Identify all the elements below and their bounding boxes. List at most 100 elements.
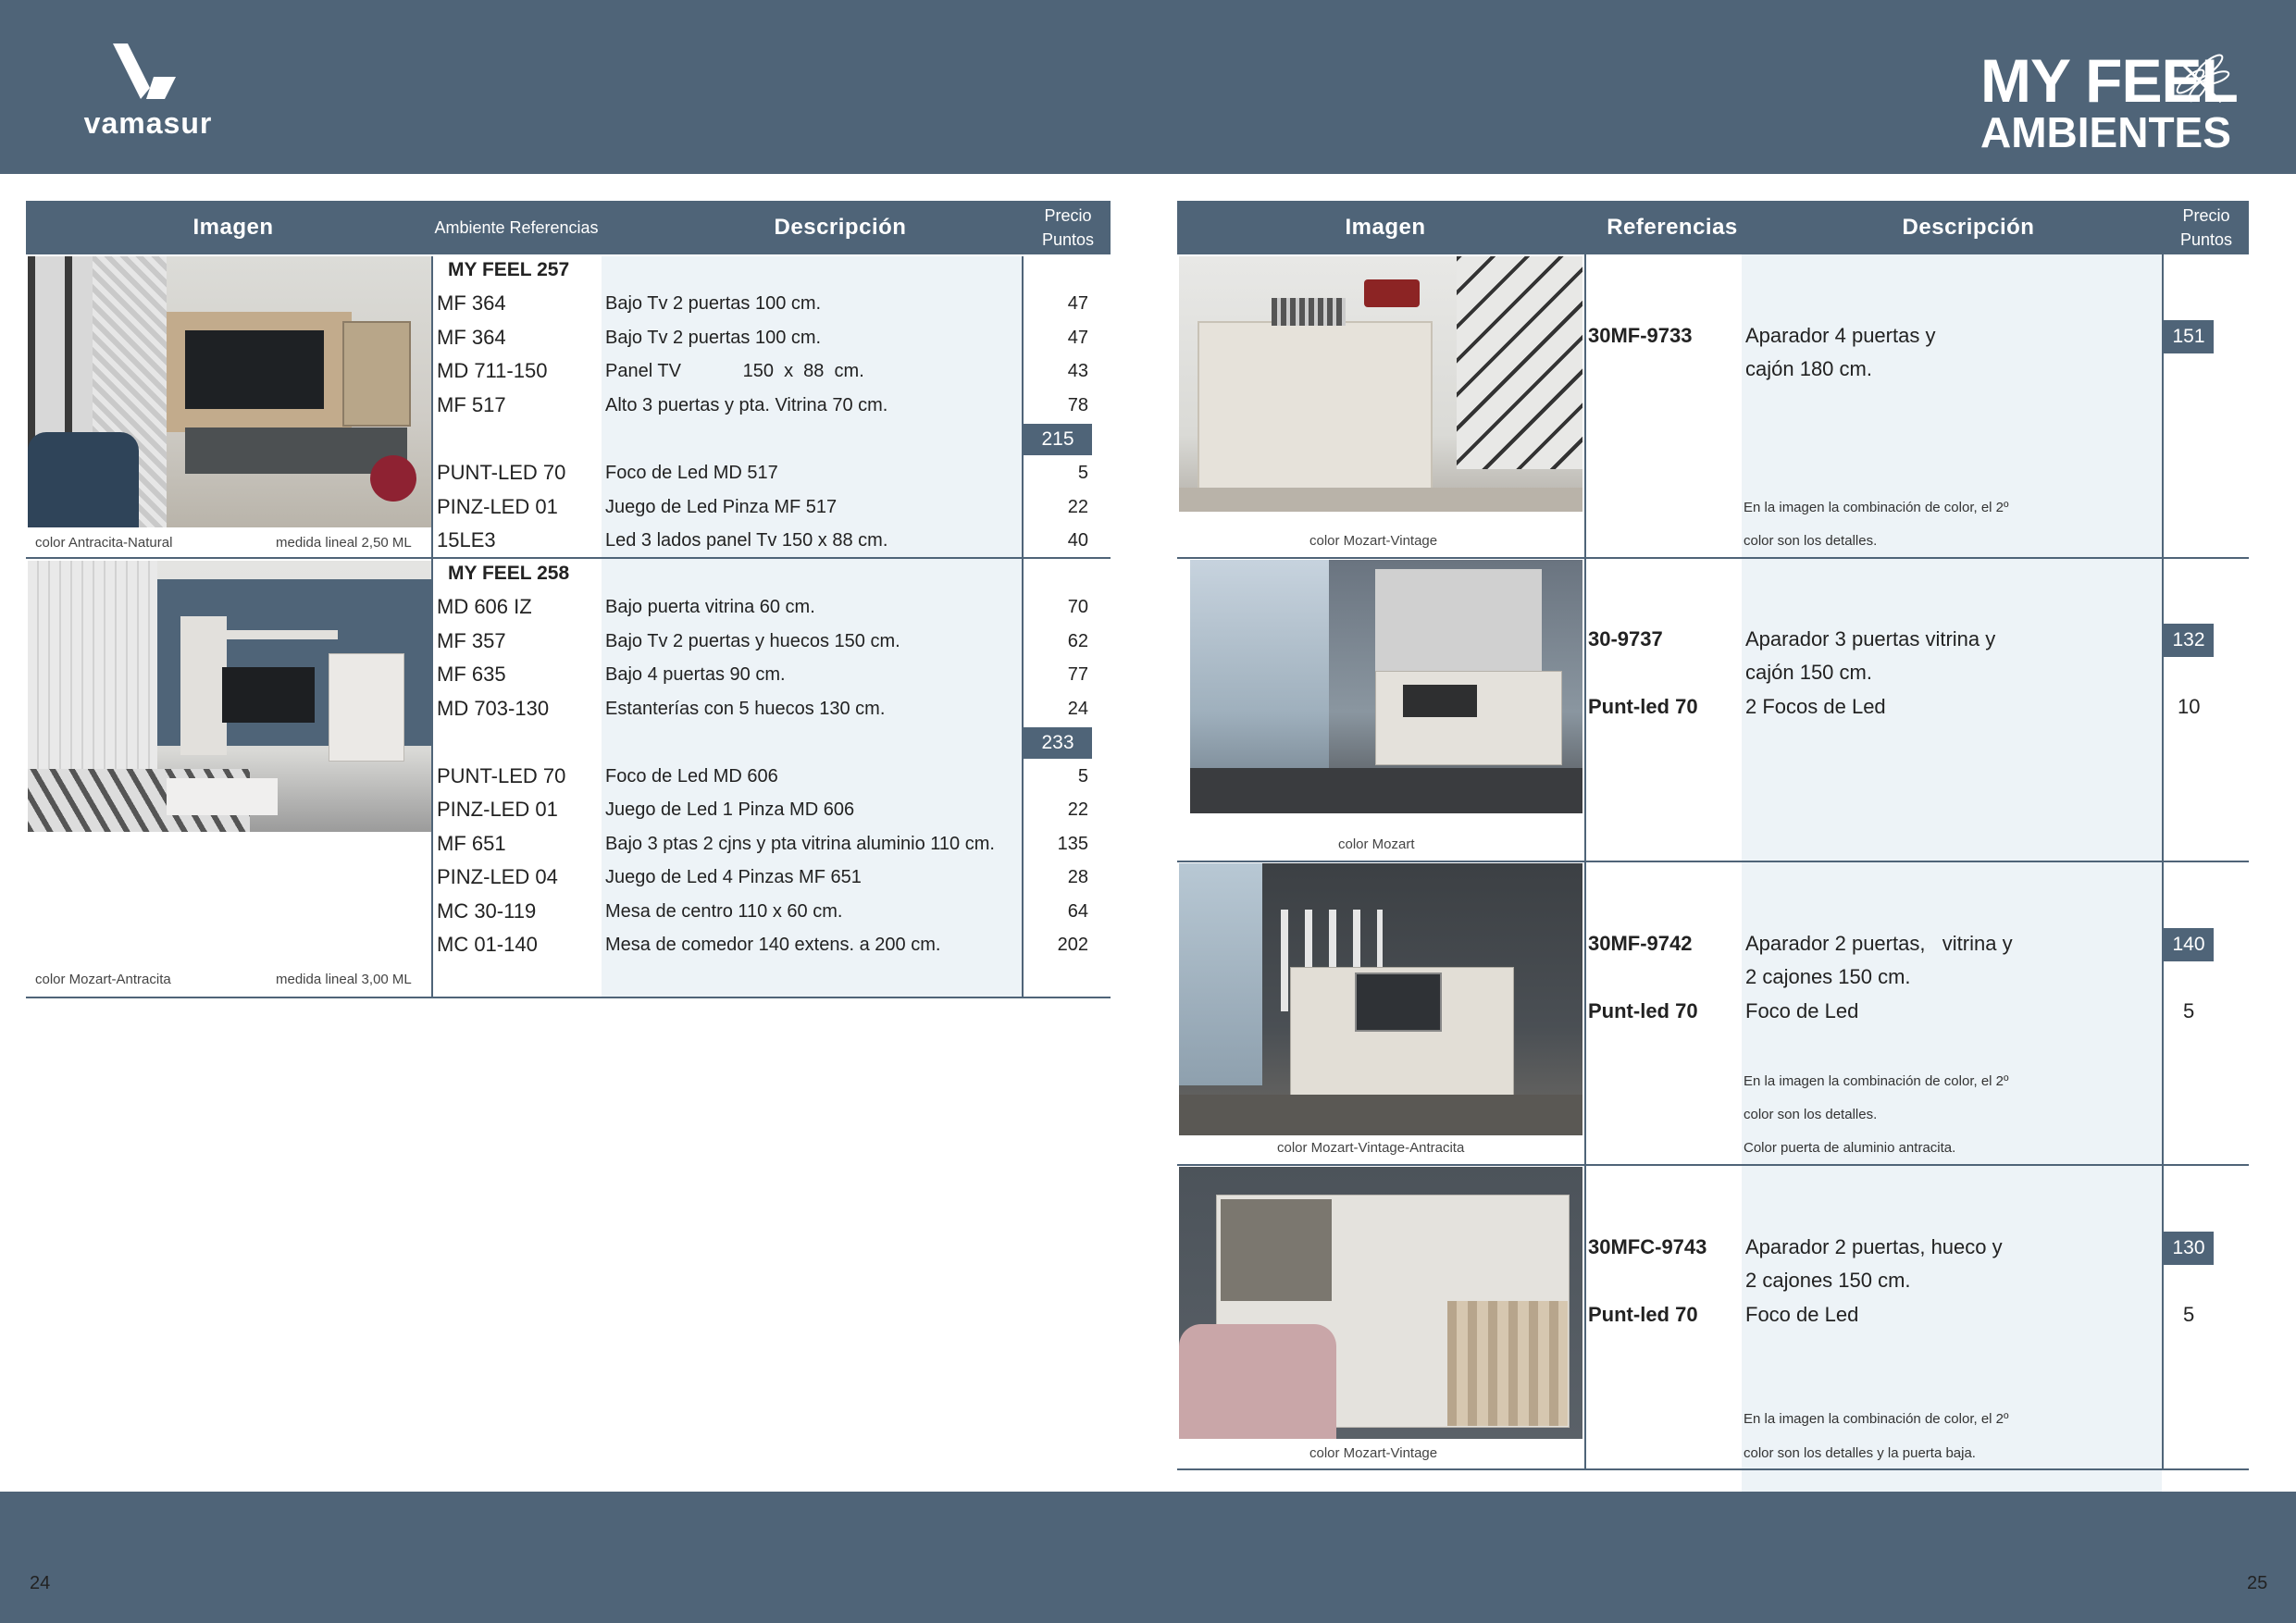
price-cell: 77 xyxy=(1067,664,1088,685)
photo-30MF-9742 xyxy=(1179,863,1582,1135)
led-price-cell: 5 xyxy=(2183,999,2195,1022)
price-cell: 78 xyxy=(1067,395,1088,415)
left-table-bottom xyxy=(26,997,1111,998)
header-precio-line1: Precio xyxy=(2182,206,2230,225)
price-cell: 70 xyxy=(1067,597,1088,617)
desc-cell: Bajo 4 puertas 90 cm. xyxy=(605,664,786,685)
ref-cell: 30MF-9742 xyxy=(1588,932,1693,955)
caption-color-257: color Antracita-Natural xyxy=(35,535,173,551)
led-price-cell: 10 xyxy=(2178,695,2201,718)
desc-cell: Bajo puerta vitrina 60 cm. xyxy=(605,597,815,617)
header-descripcion: Descripción xyxy=(1902,215,2035,240)
ref-cell: PUNT-LED 70 xyxy=(437,764,566,787)
desc-cell: 2 cajones 150 cm. xyxy=(1745,965,1911,988)
price-cell: 5 xyxy=(1077,463,1088,483)
price-badge: 132 xyxy=(2164,624,2214,657)
desc-cell: Alto 3 puertas y pta. Vitrina 70 cm. xyxy=(605,395,888,415)
tv-shape xyxy=(185,330,324,409)
led-desc-cell: 2 Focos de Led xyxy=(1745,695,1886,718)
right-row-divider xyxy=(1177,861,2249,862)
photo-30MFC-9743 xyxy=(1179,1167,1582,1439)
desc-cell: 2 cajones 150 cm. xyxy=(1745,1269,1911,1292)
note-line: color son los detalles y la puerta baja. xyxy=(1744,1445,1976,1461)
header-descripcion: Descripción xyxy=(774,215,907,240)
price-cell: 40 xyxy=(1067,530,1088,551)
price-cell: 47 xyxy=(1067,328,1088,348)
page-number-left: 24 xyxy=(30,1573,51,1593)
desc-cell: Aparador 4 puertas y xyxy=(1745,324,1936,347)
caption-color: color Mozart xyxy=(1338,836,1415,852)
desc-cell: Mesa de comedor 140 extens. a 200 cm. xyxy=(605,935,941,955)
desc-cell: Foco de Led MD 606 xyxy=(605,766,778,787)
brand-title-line2: AMBIENTES xyxy=(1980,108,2231,156)
price-cell: 22 xyxy=(1067,799,1088,820)
header-imagen: Imagen xyxy=(1345,215,1426,240)
price-badge: 140 xyxy=(2164,928,2214,961)
right-table-bottom xyxy=(1177,1468,2249,1470)
header-precio-line1: Precio xyxy=(1044,206,1092,225)
group-title-257: MY FEEL 257 xyxy=(448,259,570,280)
left-divider-price xyxy=(1022,256,1024,998)
ref-cell: MC 01-140 xyxy=(437,933,538,956)
price-cell: 5 xyxy=(1077,766,1088,787)
ref-cell: MF 651 xyxy=(437,832,506,855)
top-banner xyxy=(0,0,2296,174)
desc-cell: Bajo Tv 2 puertas 100 cm. xyxy=(605,293,822,314)
led-ref-cell: Punt-led 70 xyxy=(1588,1303,1698,1326)
led-ref-cell: Punt-led 70 xyxy=(1588,999,1698,1022)
desc-cell: Aparador 3 puertas vitrina y xyxy=(1745,627,1996,650)
photo-30MF-9733 xyxy=(1179,256,1582,512)
price-cell: 64 xyxy=(1067,901,1088,922)
tv-shape xyxy=(222,667,315,723)
led-price-cell: 5 xyxy=(2183,1303,2195,1326)
header-precio: Precio Puntos xyxy=(1025,201,1111,254)
ref-cell: MF 364 xyxy=(437,291,506,315)
right-row-divider xyxy=(1177,1164,2249,1166)
ref-cell: MD 703-130 xyxy=(437,697,550,720)
desc-cell: Aparador 2 puertas, hueco y xyxy=(1745,1235,2003,1258)
desc-cell: Mesa de centro 110 x 60 cm. xyxy=(605,901,843,922)
ref-cell: PINZ-LED 01 xyxy=(437,798,558,821)
photo-my-feel-258 xyxy=(28,561,431,832)
header-precio: Precio Puntos xyxy=(2164,201,2249,254)
ref-cell: 30MFC-9743 xyxy=(1588,1235,1707,1258)
price-cell: 47 xyxy=(1067,293,1088,314)
ref-cell: MF 635 xyxy=(437,663,506,686)
ref-cell: PINZ-LED 01 xyxy=(437,495,558,518)
ref-cell: MD 606 IZ xyxy=(437,595,532,618)
left-group-divider xyxy=(26,557,1111,559)
ref-cell: PUNT-LED 70 xyxy=(437,461,566,484)
price-badge: 130 xyxy=(2164,1232,2214,1265)
left-table-header: Imagen Ambiente Referencias Descripción … xyxy=(26,201,1111,254)
price-cell: 62 xyxy=(1067,631,1088,651)
ref-cell: MF 357 xyxy=(437,629,506,652)
vamasur-logo: vamasur xyxy=(74,42,222,143)
desc-cell: Aparador 2 puertas, vitrina y xyxy=(1745,932,2013,955)
header-imagen: Imagen xyxy=(192,215,274,240)
note-line: color son los detalles. xyxy=(1744,533,1878,549)
photo-30-9737 xyxy=(1190,560,1582,813)
desc-cell: cajón 180 cm. xyxy=(1745,357,1872,380)
ref-cell: 15LE3 xyxy=(437,528,496,551)
desc-cell: Juego de Led 4 Pinzas MF 651 xyxy=(605,867,862,887)
ref-cell: MD 711-150 xyxy=(437,359,548,382)
group-title-258: MY FEEL 258 xyxy=(448,563,570,584)
page-number-right: 25 xyxy=(2247,1573,2268,1593)
ref-cell: MF 517 xyxy=(437,393,506,416)
desc-cell: Bajo 3 ptas 2 cjns y pta vitrina alumini… xyxy=(605,834,995,854)
ref-cell: 30-9737 xyxy=(1588,627,1663,650)
price-cell: 43 xyxy=(1067,361,1088,381)
desc-cell: Bajo Tv 2 puertas 100 cm. xyxy=(605,328,822,348)
price-badge: 151 xyxy=(2164,320,2214,353)
desc-cell: Juego de Led Pinza MF 517 xyxy=(605,497,838,517)
desc-cell: Estanterías con 5 huecos 130 cm. xyxy=(605,699,886,719)
caption-medida-258: medida lineal 3,00 ML xyxy=(276,972,412,987)
header-precio-line2: Puntos xyxy=(2179,230,2233,249)
total-badge-258: 233 xyxy=(1024,727,1092,759)
ref-cell: 30MF-9733 xyxy=(1588,324,1693,347)
desc-cell: Led 3 lados panel Tv 150 x 88 cm. xyxy=(605,530,888,551)
caption-color: color Mozart-Vintage xyxy=(1309,1445,1438,1461)
note-line: En la imagen la combinación de color, el… xyxy=(1744,1073,2009,1089)
header-ambiente: Ambiente Referencias xyxy=(434,218,599,237)
price-cell: 28 xyxy=(1067,867,1088,887)
